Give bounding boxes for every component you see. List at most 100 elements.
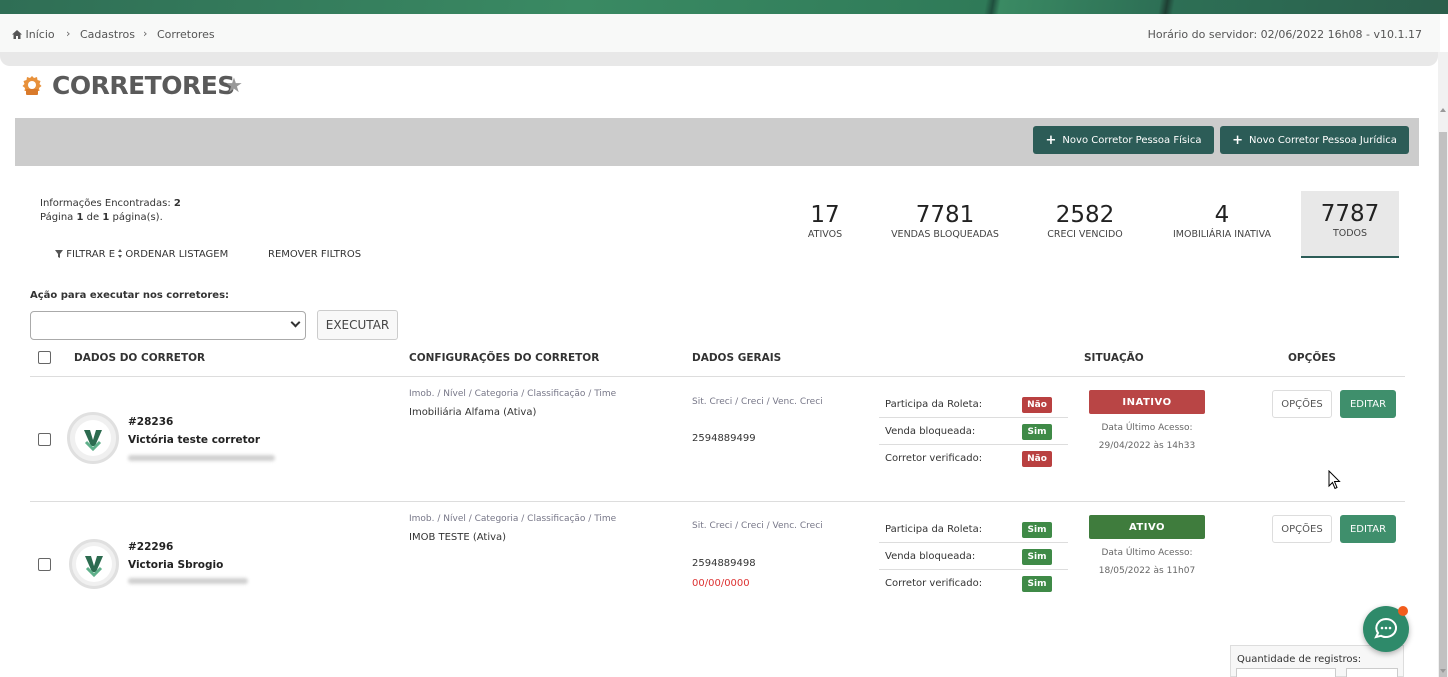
pagination-info: Página 1 de 1 página(s). xyxy=(40,212,163,223)
chevron-down-icon xyxy=(290,317,301,328)
bulk-action-select[interactable] xyxy=(30,311,306,340)
creci-number: 2594889499 xyxy=(692,433,756,444)
avatar-inner xyxy=(76,546,112,582)
scroll-down-arrow-icon[interactable] xyxy=(1440,669,1446,673)
stat-agency-inactive-label: IMOBILIÁRIA INATIVA xyxy=(1173,229,1271,240)
page-title: CORRETORES xyxy=(52,71,235,100)
flag-blocked-sale-badge: Sim xyxy=(1022,424,1052,440)
col-options: OPÇÕES xyxy=(1288,352,1336,364)
mouse-cursor-icon xyxy=(1328,470,1341,490)
broker-id: #22296 xyxy=(128,541,174,553)
last-access-label: Data Último Acesso: xyxy=(1101,423,1193,433)
breadcrumb-corretores[interactable]: Corretores xyxy=(157,28,215,41)
last-access-label: Data Último Acesso: xyxy=(1101,548,1193,558)
stat-active[interactable]: 17 ATIVOS xyxy=(795,192,855,256)
col-broker-data: DADOS DO CORRETOR xyxy=(74,352,206,364)
pagination-prefix: Página xyxy=(40,212,74,223)
last-access-date: 29/04/2022 às 14h33 xyxy=(1098,441,1196,451)
flag-roulette: Participa da Roleta: Sim xyxy=(879,516,1068,543)
results-found: Informações Encontradas: 2 xyxy=(40,198,181,209)
new-broker-pj-button[interactable]: + Novo Corretor Pessoa Jurídica xyxy=(1220,126,1409,154)
pagination-of: de xyxy=(86,212,100,223)
stat-creci-expired-label: CRECI VENCIDO xyxy=(1047,229,1123,240)
records-per-page-input[interactable] xyxy=(1236,668,1336,677)
flag-verified-label: Corretor verificado: xyxy=(885,453,983,464)
flag-verified-badge: Sim xyxy=(1022,576,1052,592)
col-general-data: DADOS GERAIS xyxy=(692,352,782,364)
notification-dot xyxy=(1398,606,1408,616)
flag-roulette-label: Participa da Roleta: xyxy=(885,524,983,535)
remove-filters-link[interactable]: REMOVER FILTROS xyxy=(268,249,361,260)
stat-all[interactable]: 7787 TODOS xyxy=(1301,191,1399,258)
results-found-count: 2 xyxy=(173,198,181,209)
avatar xyxy=(69,539,119,589)
results-found-label: Informações Encontradas: xyxy=(40,198,171,209)
edit-button[interactable]: EDITAR xyxy=(1340,515,1396,543)
broker-module-icon xyxy=(22,76,42,95)
stat-blocked-sales[interactable]: 7781 VENDAS BLOQUEADAS xyxy=(885,192,1005,256)
general-caption: Sit. Creci / Creci / Venc. Creci xyxy=(692,397,823,407)
records-per-page-button[interactable] xyxy=(1346,668,1398,677)
pagination-suffix: página(s). xyxy=(112,212,163,223)
plus-icon: + xyxy=(1045,132,1057,148)
page-scrollbar[interactable] xyxy=(1438,52,1448,677)
flag-blocked-sale-badge: Sim xyxy=(1022,549,1052,565)
stat-all-label: TODOS xyxy=(1332,228,1368,239)
filter-icon xyxy=(55,250,63,258)
avatar-inner xyxy=(75,420,111,456)
new-broker-pf-label: Novo Corretor Pessoa Física xyxy=(1062,134,1202,146)
flag-roulette: Participa da Roleta: Não xyxy=(879,391,1068,418)
creci-due-date: 00/00/0000 xyxy=(692,578,750,589)
scroll-up-arrow-icon[interactable] xyxy=(1440,108,1446,112)
config-caption: Imob. / Nível / Categoria / Classificaçã… xyxy=(409,514,617,524)
general-caption: Sit. Creci / Creci / Venc. Creci xyxy=(692,521,823,531)
favorite-star-icon[interactable]: ★ xyxy=(225,73,243,97)
broker-name[interactable]: Victoria Sbrogio xyxy=(128,559,223,571)
creci-number: 2594889498 xyxy=(692,558,756,569)
breadcrumb-cadastros[interactable]: Cadastros xyxy=(80,28,135,41)
col-status: SITUAÇÃO xyxy=(1084,352,1144,364)
edit-button[interactable]: EDITAR xyxy=(1340,390,1396,418)
pagination-current: 1 xyxy=(76,212,84,223)
flag-verified: Corretor verificado: Não xyxy=(879,445,1068,472)
brand-logo-icon xyxy=(84,430,102,452)
status-badge: ATIVO xyxy=(1089,515,1205,539)
broker-id: #28236 xyxy=(128,416,174,428)
stat-active-number: 17 xyxy=(810,202,840,228)
execute-button[interactable]: EXECUTAR xyxy=(317,310,398,340)
scroll-thumb[interactable] xyxy=(1439,132,1447,677)
options-button[interactable]: OPÇÕES xyxy=(1272,390,1332,418)
filter-link-label-2: ORDENAR LISTAGEM xyxy=(125,249,229,260)
broker-name[interactable]: Victória teste corretor xyxy=(128,434,260,446)
blurred-email xyxy=(128,455,275,461)
breadcrumb: Início › Cadastros › Corretores Horário … xyxy=(0,14,1440,52)
last-access-date: 18/05/2022 às 11h07 xyxy=(1098,566,1196,576)
breadcrumb-home[interactable]: Início xyxy=(12,28,55,41)
flag-roulette-badge: Não xyxy=(1022,397,1052,413)
select-all-checkbox[interactable] xyxy=(38,351,51,364)
pagination-total: 1 xyxy=(102,212,110,223)
broker-agency: IMOB TESTE (Ativa) xyxy=(409,532,507,543)
stat-creci-expired[interactable]: 2582 CRECI VENCIDO xyxy=(1035,192,1135,256)
row-divider xyxy=(30,501,1405,502)
broker-agency: Imobiliária Alfama (Ativa) xyxy=(409,407,537,418)
row-checkbox[interactable] xyxy=(38,558,51,571)
filter-order-link[interactable]: FILTRAR E ORDENAR LISTAGEM xyxy=(55,249,228,260)
avatar xyxy=(67,412,119,464)
sort-icon xyxy=(118,249,123,258)
options-button[interactable]: OPÇÕES xyxy=(1272,515,1332,543)
config-caption: Imob. / Nível / Categoria / Classificaçã… xyxy=(409,389,617,399)
flag-roulette-badge: Sim xyxy=(1022,522,1052,538)
stat-creci-expired-number: 2582 xyxy=(1055,202,1115,228)
flag-verified-label: Corretor verificado: xyxy=(885,578,983,589)
filter-link-label-1: FILTRAR E xyxy=(66,249,116,260)
row-checkbox[interactable] xyxy=(38,433,51,446)
flag-verified-badge: Não xyxy=(1022,451,1052,467)
stat-agency-inactive[interactable]: 4 IMOBILIÁRIA INATIVA xyxy=(1164,192,1280,256)
bulk-action-label: Ação para executar nos corretores: xyxy=(30,290,230,301)
top-banner xyxy=(0,0,1448,14)
chevron-right-icon: › xyxy=(66,27,71,40)
new-broker-pf-button[interactable]: + Novo Corretor Pessoa Física xyxy=(1033,126,1214,154)
stat-blocked-sales-number: 7781 xyxy=(915,202,975,228)
col-broker-config: CONFIGURAÇÕES DO CORRETOR xyxy=(409,352,600,364)
